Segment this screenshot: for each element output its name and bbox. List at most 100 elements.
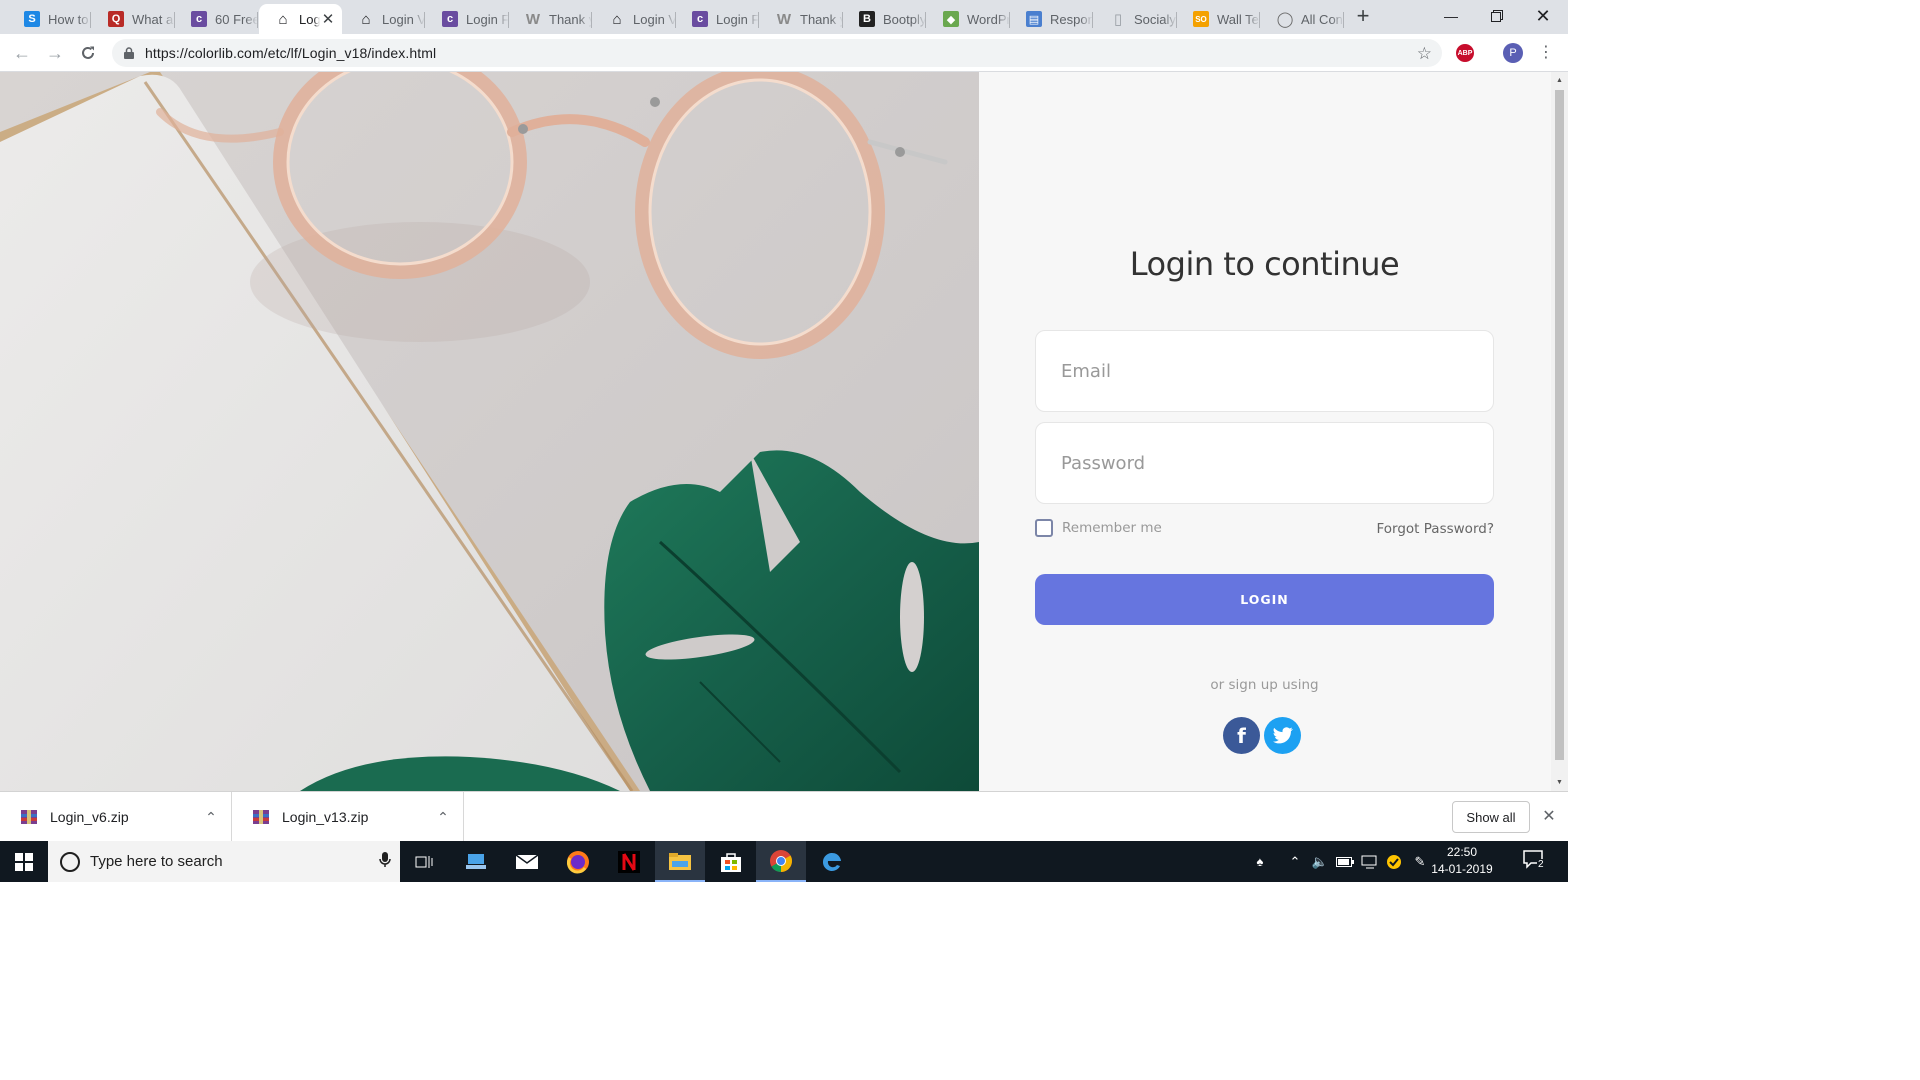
- scroll-down-arrow[interactable]: ▼: [1555, 778, 1564, 787]
- browser-tab[interactable]: ◆ WordPr: [927, 4, 1010, 34]
- microphone-icon[interactable]: [370, 852, 400, 871]
- mail-icon[interactable]: [502, 841, 552, 882]
- show-all-button[interactable]: Show all: [1452, 801, 1530, 833]
- scroll-up-arrow[interactable]: ▲: [1555, 76, 1564, 85]
- maximize-button[interactable]: [1474, 0, 1520, 32]
- browser-tab[interactable]: ⌂ Logi✕: [259, 4, 342, 34]
- downloads-bar: Login_v6.zip ⌃ Login_v13.zip ⌃ Show all …: [0, 791, 1568, 842]
- tab-title: Wall Te: [1217, 11, 1259, 27]
- browser-tab[interactable]: c Login F: [426, 4, 509, 34]
- tab-title: Login F: [716, 11, 759, 27]
- twitter-button[interactable]: [1264, 717, 1301, 754]
- taskbar-search[interactable]: Type here to search: [48, 841, 400, 882]
- page-scrollbar[interactable]: ▲ ▼: [1551, 72, 1568, 791]
- adblock-extension-icon[interactable]: ABP: [1456, 44, 1474, 62]
- email-field[interactable]: [1061, 360, 1493, 382]
- task-view-icon[interactable]: [400, 841, 450, 882]
- lock-icon: [124, 47, 134, 59]
- download-item[interactable]: Login_v6.zip ⌃: [0, 792, 232, 842]
- people-icon[interactable]: ♠: [1248, 841, 1272, 882]
- document-icon: ▤: [1026, 11, 1042, 27]
- taskbar-clock[interactable]: 22:50 14-01-2019: [1430, 844, 1494, 878]
- browser-tab[interactable]: ⌂ Login V: [593, 4, 676, 34]
- volume-icon[interactable]: 🔈: [1310, 841, 1330, 882]
- firefox-icon[interactable]: [553, 841, 603, 882]
- globe-icon: ◯: [1276, 11, 1294, 28]
- password-field[interactable]: [1061, 452, 1493, 474]
- tab-title: Respon: [1050, 11, 1093, 27]
- chevron-up-tray-icon[interactable]: ⌃: [1286, 841, 1304, 882]
- home-icon: ⌂: [361, 10, 371, 28]
- tab-title: All Con: [1301, 11, 1343, 27]
- s-icon: S: [24, 11, 40, 27]
- netflix-icon[interactable]: [604, 841, 654, 882]
- minimize-button[interactable]: —: [1428, 0, 1474, 32]
- tab-title: How to: [48, 11, 89, 27]
- remember-me[interactable]: Remember me: [1035, 519, 1162, 537]
- tab-title: Login F: [466, 11, 509, 27]
- reload-button[interactable]: [76, 41, 100, 65]
- edge-icon[interactable]: [807, 841, 857, 882]
- address-bar[interactable]: https://colorlib.com/etc/lf/Login_v18/in…: [112, 39, 1442, 67]
- tab-separator: [1343, 12, 1344, 28]
- tab-separator: [591, 12, 592, 28]
- close-downloads-icon[interactable]: ✕: [1540, 806, 1558, 826]
- browser-tab[interactable]: ◯ All Con: [1261, 4, 1344, 34]
- download-item[interactable]: Login_v13.zip ⌃: [232, 792, 464, 842]
- store-icon[interactable]: [706, 841, 756, 882]
- new-tab-button[interactable]: +: [1352, 5, 1374, 28]
- forward-button[interactable]: →: [43, 41, 67, 65]
- network-computer-icon[interactable]: [451, 841, 501, 882]
- close-tab-icon[interactable]: ✕: [320, 10, 336, 28]
- browser-menu-icon[interactable]: ⋮: [1538, 42, 1554, 62]
- download-filename: Login_v6.zip: [50, 809, 129, 825]
- tab-title: Login V: [382, 11, 425, 27]
- tab-strip: SHow toQWhat arc60 Free⌂Logi✕⌂Login VcLo…: [0, 0, 1568, 34]
- profile-avatar[interactable]: P: [1503, 43, 1523, 63]
- back-button[interactable]: ←: [10, 41, 34, 65]
- tab-title: Bootply: [883, 11, 926, 27]
- reload-icon: [82, 46, 94, 59]
- file-explorer-icon[interactable]: [655, 841, 705, 882]
- browser-tab[interactable]: c Login F: [676, 4, 759, 34]
- browser-tab[interactable]: S How to: [8, 4, 91, 34]
- browser-tab[interactable]: W Thank y: [760, 4, 843, 34]
- hero-photo: [0, 72, 979, 791]
- tab-separator: [925, 12, 926, 28]
- norton-icon[interactable]: [1384, 841, 1404, 882]
- colorlib-icon: c: [191, 11, 207, 27]
- browser-tab[interactable]: c 60 Free: [175, 4, 258, 34]
- tag-icon: ◆: [943, 11, 959, 27]
- remember-checkbox[interactable]: [1035, 519, 1053, 537]
- browser-tab[interactable]: SO Wall Te: [1177, 4, 1260, 34]
- facebook-button[interactable]: f: [1223, 717, 1260, 754]
- login-button[interactable]: LOGIN: [1035, 574, 1494, 625]
- close-window-button[interactable]: ✕: [1520, 0, 1566, 32]
- forgot-password-link[interactable]: Forgot Password?: [1309, 521, 1495, 537]
- windows-taskbar: Type here to search ♠ ⌃ 🔈 ✎ 22:50 14-01-…: [0, 841, 1568, 882]
- action-center-button[interactable]: 2: [1522, 849, 1552, 875]
- login-panel: Login to continue Remember me Forgot Pas…: [979, 72, 1551, 791]
- chevron-up-icon[interactable]: ⌃: [191, 809, 231, 826]
- browser-tab[interactable]: ▯ Socialyt: [1094, 4, 1177, 34]
- browser-tab[interactable]: Q What ar: [92, 4, 175, 34]
- pen-icon[interactable]: ✎: [1410, 841, 1430, 882]
- battery-icon[interactable]: [1334, 841, 1356, 882]
- tab-separator: [1259, 12, 1260, 28]
- taskbar-search-placeholder: Type here to search: [90, 853, 223, 870]
- scroll-thumb[interactable]: [1555, 90, 1564, 760]
- browser-tab[interactable]: ▤ Respon: [1010, 4, 1093, 34]
- browser-tab[interactable]: B Bootply: [843, 4, 926, 34]
- chrome-icon[interactable]: [756, 841, 806, 882]
- tab-title: Thank y: [800, 11, 843, 27]
- browser-tab[interactable]: W Thank y: [509, 4, 592, 34]
- browser-tab[interactable]: ⌂ Login V: [342, 4, 425, 34]
- network-icon[interactable]: [1360, 841, 1380, 882]
- tab-separator: [90, 12, 91, 28]
- chevron-up-icon[interactable]: ⌃: [423, 809, 463, 826]
- bookmark-star-icon[interactable]: ☆: [1417, 44, 1432, 64]
- start-button[interactable]: [0, 841, 48, 882]
- cortana-icon: [60, 851, 80, 872]
- signup-text: or sign up using: [1210, 677, 1319, 693]
- quora-icon: Q: [108, 11, 124, 27]
